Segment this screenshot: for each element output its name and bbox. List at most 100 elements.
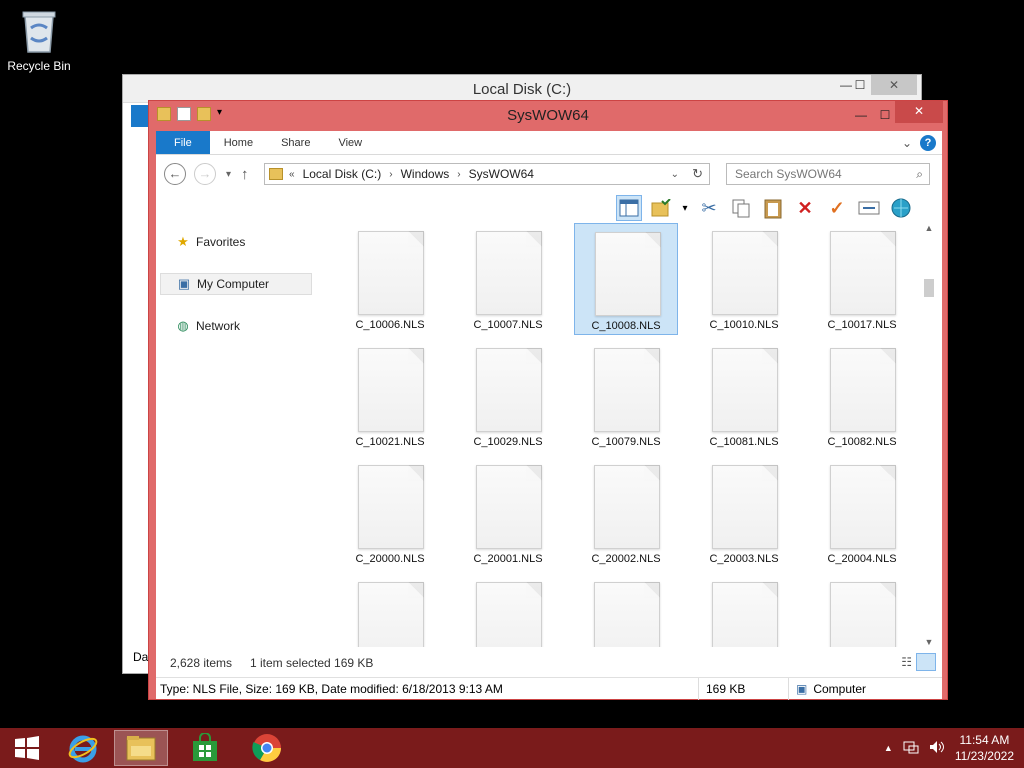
address-bar[interactable]: « Local Disk (C:) › Windows › SysWOW64 ⌄…: [264, 163, 710, 185]
file-item[interactable]: [810, 574, 914, 647]
file-item[interactable]: [574, 574, 678, 647]
file-icon: [712, 582, 778, 647]
show-hidden-icons-icon[interactable]: ▲: [884, 743, 893, 753]
search-placeholder: Search SysWOW64: [735, 167, 842, 181]
file-icon: [476, 348, 542, 432]
large-icons-view-icon[interactable]: [916, 653, 936, 671]
file-grid: C_10006.NLS C_10007.NLS C_10008.NLS C_10010…: [336, 223, 936, 647]
divider: [698, 678, 699, 700]
recent-locations-button[interactable]: ▾: [226, 169, 231, 180]
check-icon[interactable]: ✓: [824, 195, 850, 221]
file-item[interactable]: C_20002.NLS: [574, 457, 678, 569]
file-item[interactable]: [692, 574, 796, 647]
crumb-overflow[interactable]: «: [289, 169, 295, 180]
close-button[interactable]: ✕: [871, 75, 917, 95]
vertical-scrollbar[interactable]: ▲ ▼: [922, 223, 936, 651]
details-view-icon[interactable]: ☷: [901, 655, 912, 669]
start-button[interactable]: [0, 730, 54, 766]
file-name: C_10010.NLS: [709, 319, 779, 331]
file-item[interactable]: C_10017.NLS: [810, 223, 914, 335]
file-icon: [358, 582, 424, 647]
network-status-icon[interactable]: [903, 740, 919, 757]
file-item[interactable]: C_10021.NLS: [338, 340, 442, 452]
scroll-down-icon[interactable]: ▼: [922, 637, 936, 651]
nav-item-label: Network: [196, 319, 241, 333]
chrome-icon: [252, 734, 281, 762]
paste-icon[interactable]: [760, 195, 786, 221]
close-button[interactable]: ✕: [895, 101, 943, 123]
cut-icon[interactable]: ✂: [696, 195, 722, 221]
file-item[interactable]: C_10010.NLS: [692, 223, 796, 335]
nav-item-my-computer[interactable]: ▣ My Computer: [160, 273, 312, 295]
nav-item-label: Favorites: [196, 235, 246, 249]
title-bar[interactable]: ▾ SysWOW64 — ☐ ✕: [149, 101, 947, 131]
recycle-bin-label: Recycle Bin: [7, 59, 71, 73]
forward-button[interactable]: →: [194, 163, 216, 185]
nav-item-network[interactable]: ◍ Network: [160, 315, 312, 337]
windows-logo-icon: [15, 736, 39, 760]
file-item[interactable]: C_20004.NLS: [810, 457, 914, 569]
chevron-right-icon[interactable]: ›: [457, 169, 460, 180]
file-name: C_10079.NLS: [591, 436, 661, 448]
file-icon: [358, 231, 424, 315]
back-button[interactable]: ←: [164, 163, 186, 185]
file-name: C_10029.NLS: [473, 436, 543, 448]
file-item[interactable]: C_20003.NLS: [692, 457, 796, 569]
tab-share[interactable]: Share: [267, 131, 324, 154]
title-bar[interactable]: Local Disk (C:) — ☐ ✕: [123, 75, 921, 103]
file-item[interactable]: C_10082.NLS: [810, 340, 914, 452]
recycle-bin-shortcut[interactable]: Recycle Bin: [6, 6, 72, 73]
file-item[interactable]: C_10079.NLS: [574, 340, 678, 452]
file-item[interactable]: C_10008.NLS: [574, 223, 678, 335]
clock-time: 11:54 AM: [959, 733, 1010, 747]
file-item[interactable]: C_10007.NLS: [456, 223, 560, 335]
file-name: C_10006.NLS: [355, 319, 425, 331]
nav-item-favorites[interactable]: ★ Favorites: [160, 231, 312, 253]
file-item[interactable]: C_10006.NLS: [338, 223, 442, 335]
clock[interactable]: 11:54 AM 11/23/2022: [955, 732, 1014, 764]
delete-icon[interactable]: ✕: [792, 195, 818, 221]
volume-icon[interactable]: [929, 740, 945, 757]
dropdown-icon[interactable]: ▾: [680, 195, 690, 221]
file-item[interactable]: [456, 574, 560, 647]
window-syswow64[interactable]: ▾ SysWOW64 — ☐ ✕ File Home Share View ⌄ …: [148, 100, 948, 700]
preview-pane-icon[interactable]: [616, 195, 642, 221]
file-item[interactable]: [338, 574, 442, 647]
up-button[interactable]: ↑: [241, 166, 249, 183]
scroll-thumb[interactable]: [924, 279, 934, 297]
search-input[interactable]: Search SysWOW64 ⌕: [726, 163, 930, 185]
scroll-up-icon[interactable]: ▲: [922, 223, 936, 237]
file-item[interactable]: C_10081.NLS: [692, 340, 796, 452]
file-icon: [594, 348, 660, 432]
tab-view[interactable]: View: [324, 131, 376, 154]
tab-file[interactable]: File: [156, 131, 210, 154]
copy-icon[interactable]: [728, 195, 754, 221]
address-dropdown-icon[interactable]: ⌄: [671, 169, 679, 180]
tab-home[interactable]: Home: [210, 131, 267, 154]
file-icon: [595, 232, 661, 316]
file-item[interactable]: C_10029.NLS: [456, 340, 560, 452]
folder-options-icon[interactable]: [648, 195, 674, 221]
file-name: C_20004.NLS: [827, 553, 897, 565]
rename-icon[interactable]: [856, 195, 882, 221]
taskbar-chrome[interactable]: [240, 730, 294, 766]
file-list: C_10006.NLS C_10007.NLS C_10008.NLS C_10010…: [336, 223, 936, 647]
search-icon: ⌕: [916, 167, 923, 181]
breadcrumb-windows[interactable]: Windows: [401, 167, 450, 181]
file-item[interactable]: C_20000.NLS: [338, 457, 442, 569]
file-item[interactable]: C_20001.NLS: [456, 457, 560, 569]
taskbar-file-explorer[interactable]: [114, 730, 168, 766]
internet-icon[interactable]: [888, 195, 914, 221]
breadcrumb-syswow64[interactable]: SysWOW64: [469, 167, 534, 181]
recycle-bin-icon: [22, 11, 56, 53]
file-explorer-icon: [126, 736, 156, 761]
taskbar-store[interactable]: [178, 730, 232, 766]
taskbar-internet-explorer[interactable]: [56, 730, 110, 766]
refresh-icon[interactable]: ↻: [692, 166, 703, 182]
breadcrumb-local-disk[interactable]: Local Disk (C:): [303, 167, 382, 181]
file-size: 169 KB: [706, 682, 746, 696]
file-name: C_10007.NLS: [473, 319, 543, 331]
ribbon-collapse-icon[interactable]: ⌄: [902, 136, 912, 150]
help-icon[interactable]: ?: [920, 135, 936, 151]
chevron-right-icon[interactable]: ›: [389, 169, 392, 180]
